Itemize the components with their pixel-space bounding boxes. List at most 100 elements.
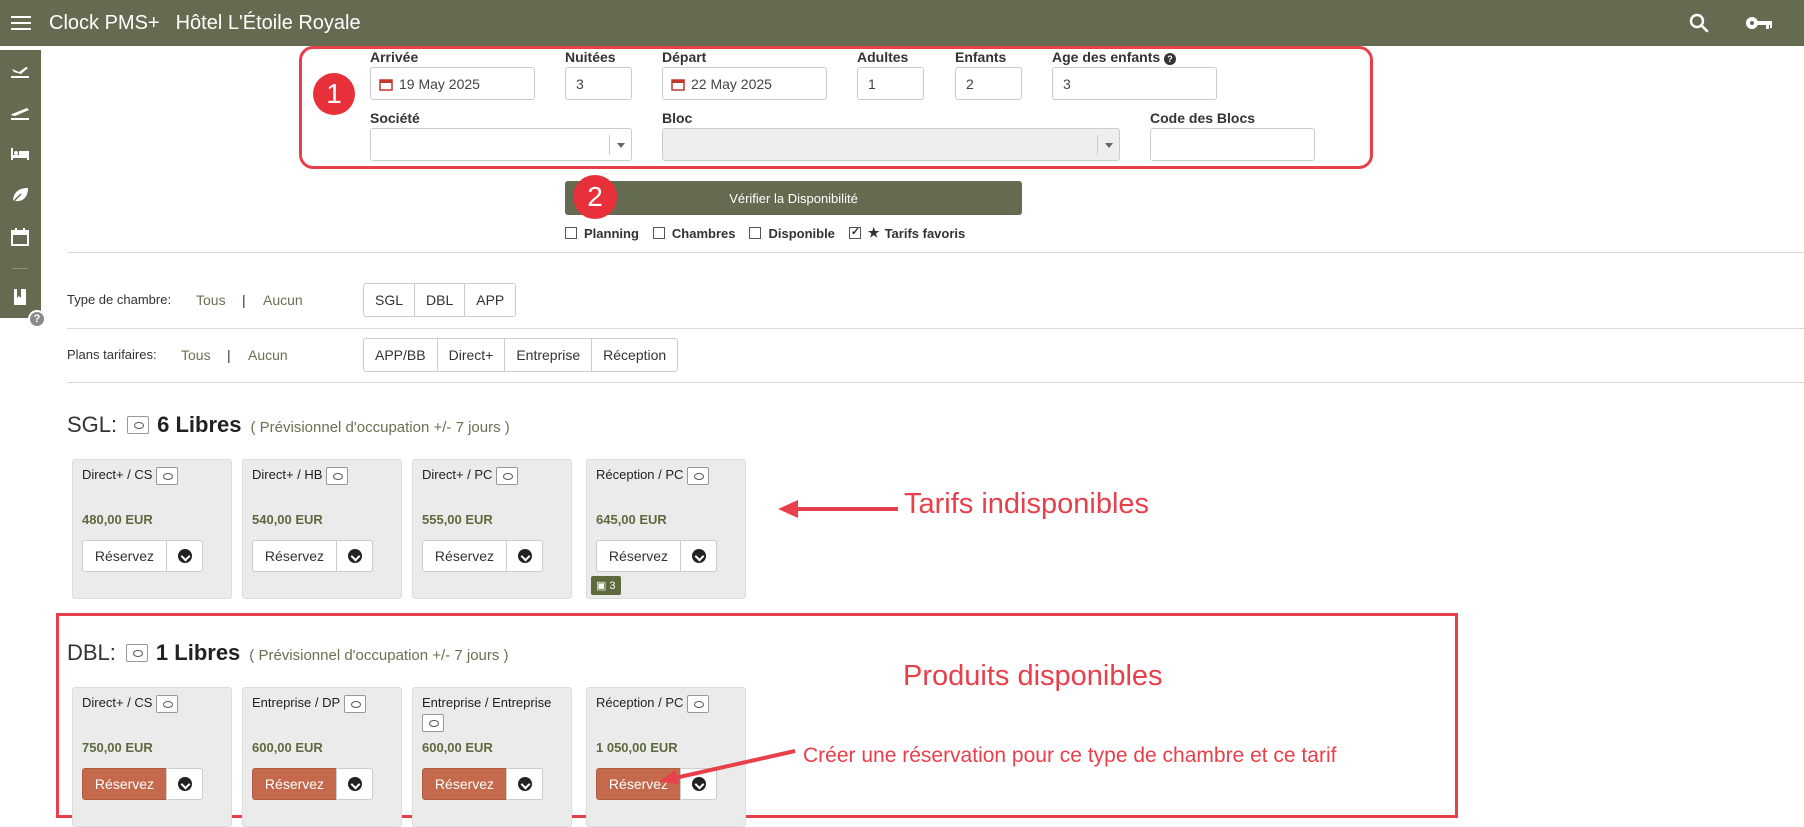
room-type-dbl[interactable]: DBL (415, 284, 466, 316)
gift-icon: ▣ (596, 580, 607, 592)
section-title-sgl: SGL: 6 Libres ( Prévisionnel d'occupatio… (67, 412, 510, 438)
block-code-label: Code des Blocs (1150, 110, 1256, 126)
annotation-badge-2: 2 (573, 175, 617, 219)
calendar-icon[interactable] (9, 226, 31, 248)
company-select[interactable] (370, 128, 632, 161)
chevron-down-icon[interactable] (506, 768, 543, 800)
nights-field[interactable]: 3 (565, 67, 632, 100)
annotation-unavailable: Tarifs indisponibles (904, 488, 1150, 520)
rate-price: 480,00 EUR (82, 512, 153, 527)
rate-plan-reception[interactable]: Réception (592, 339, 677, 371)
room-type-all-link[interactable]: Tous (196, 292, 226, 308)
departure-icon[interactable] (9, 100, 31, 122)
adults-field[interactable]: 1 (857, 67, 924, 100)
reserve-button[interactable]: Réservez (252, 540, 337, 572)
rate-price: 555,00 EUR (422, 512, 493, 527)
chevron-down-icon[interactable] (506, 540, 543, 572)
rate-name-text: Réception / PC (596, 695, 684, 710)
reserve-button[interactable]: Réservez (252, 768, 337, 800)
check-availability-button[interactable]: Vérifier la Disponibilité (565, 181, 1022, 215)
room-type-name: SGL: (67, 412, 118, 437)
arrival-date-value: 19 May 2025 (399, 75, 480, 92)
search-icon[interactable] (1688, 12, 1710, 34)
annotation-arrow-left (778, 500, 898, 518)
rate-plan-direct[interactable]: Direct+ (438, 339, 506, 371)
bed-icon[interactable] (9, 142, 31, 164)
arrival-date-field[interactable]: 19 May 2025 (370, 67, 535, 100)
rate-plans-none-link[interactable]: Aucun (248, 347, 288, 363)
chevron-down-icon (1097, 135, 1119, 155)
block-select[interactable] (662, 128, 1120, 161)
available-checkbox[interactable]: Disponible (749, 225, 835, 241)
forecast-link[interactable]: ( Prévisionnel d'occupation +/- 7 jours … (249, 647, 508, 664)
annotation-badge-1: 1 (313, 73, 355, 115)
app-name: Clock PMS+ (49, 11, 160, 34)
room-type-name: DBL: (67, 640, 116, 665)
chevron-down-icon[interactable] (336, 540, 373, 572)
chevron-down-icon[interactable] (680, 540, 717, 572)
calendar-icon (379, 78, 393, 91)
leaf-icon[interactable] (9, 184, 31, 206)
company-label: Société (370, 110, 420, 126)
children-label: Enfants (955, 49, 1007, 65)
rate-price: 600,00 EUR (422, 740, 493, 755)
children-age-field[interactable]: 3 (1052, 67, 1217, 100)
room-type-none-link[interactable]: Aucun (263, 292, 303, 308)
comment-icon[interactable] (127, 416, 150, 434)
comment-icon[interactable] (687, 466, 710, 485)
departure-date-value: 22 May 2025 (691, 75, 772, 92)
forecast-link[interactable]: ( Prévisionnel d'occupation +/- 7 jours … (251, 419, 510, 436)
comment-icon[interactable] (344, 694, 367, 713)
annotation-arrow-diagonal (659, 749, 796, 784)
departure-date-field[interactable]: 22 May 2025 (662, 67, 827, 100)
rate-price: 540,00 EUR (252, 512, 323, 527)
key-icon[interactable] (1744, 12, 1774, 34)
children-field[interactable]: 2 (955, 67, 1022, 100)
comment-icon[interactable] (125, 644, 148, 662)
top-bar: Clock PMS+ Hôtel L'Étoile Royale (0, 0, 1804, 46)
rate-plan-appbb[interactable]: APP/BB (364, 339, 438, 371)
rate-plan-entreprise[interactable]: Entreprise (505, 339, 593, 371)
room-type-sgl[interactable]: SGL (364, 284, 416, 316)
help-icon[interactable]: ? (28, 310, 46, 328)
sidebar (0, 50, 41, 318)
checkbox-box (565, 227, 577, 239)
children-value: 2 (966, 75, 974, 92)
reserve-button[interactable]: Réservez (82, 540, 167, 572)
arrival-icon[interactable] (9, 58, 31, 80)
comment-icon[interactable] (326, 466, 349, 485)
chevron-down-icon[interactable] (336, 768, 373, 800)
nights-value: 3 (576, 75, 584, 92)
reserve-button[interactable]: Réservez (422, 768, 507, 800)
hotel-name: Hôtel L'Étoile Royale (175, 11, 361, 34)
calendar-icon (671, 78, 685, 91)
planning-checkbox[interactable]: Planning (565, 226, 639, 241)
chevron-down-icon[interactable] (166, 540, 203, 572)
chevron-down-icon (609, 135, 631, 155)
favorite-rates-checkbox[interactable]: ★ Tarifs favoris (848, 225, 965, 241)
rate-card: Direct+ / CS 750,00 EUR Réservez (72, 687, 232, 827)
room-type-app[interactable]: APP (465, 284, 515, 316)
gift-count: 3 (609, 579, 616, 592)
reserve-button[interactable]: Réservez (82, 768, 167, 800)
comment-icon[interactable] (156, 466, 179, 485)
reserve-button[interactable]: Réservez (422, 540, 507, 572)
block-code-field[interactable] (1150, 128, 1315, 161)
checkbox-box (652, 227, 665, 239)
rate-plans-all-link[interactable]: Tous (181, 347, 211, 363)
free-count: 1 Libres (155, 640, 241, 665)
separator: | (227, 347, 231, 363)
book-icon[interactable] (9, 286, 31, 308)
rooms-checkbox[interactable]: Chambres (652, 226, 735, 241)
comment-icon[interactable] (496, 466, 519, 485)
menu-icon[interactable] (11, 16, 31, 30)
annotation-create-booking: Créer une réservation pour ce type de ch… (803, 744, 1337, 767)
checkbox-label: Disponible (768, 225, 835, 241)
comment-icon[interactable] (422, 714, 444, 732)
reserve-button[interactable]: Réservez (596, 540, 681, 572)
departure-label: Départ (662, 49, 707, 65)
comment-icon[interactable] (156, 694, 179, 713)
rate-card: Direct+ / CS 480,00 EUR Réservez (72, 459, 232, 599)
chevron-down-icon[interactable] (166, 768, 203, 800)
comment-icon[interactable] (687, 694, 710, 713)
